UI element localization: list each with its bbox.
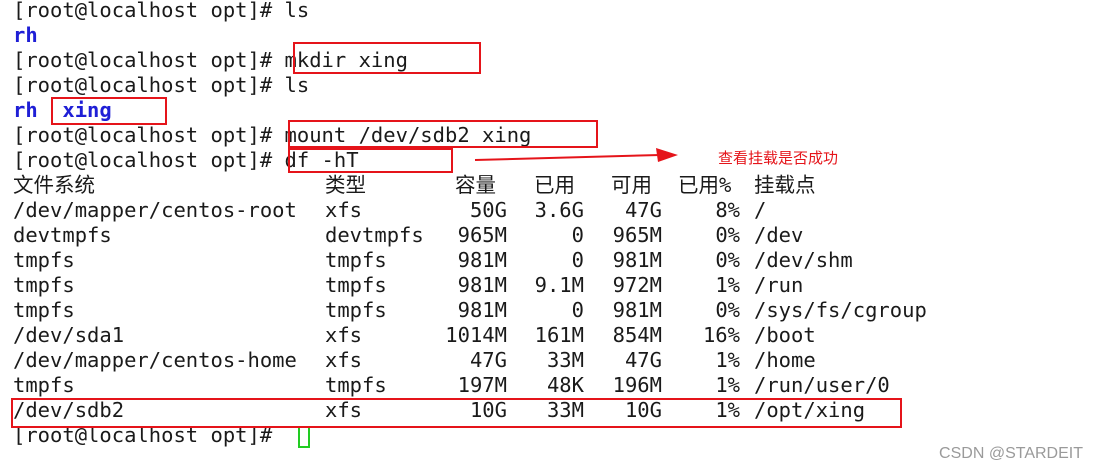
table-row: tmpfs tmpfs 197M 48K 196M 1% /run/user/0 (0, 373, 1099, 398)
shell-prompt: [root@localhost opt]# (13, 148, 285, 172)
mountpoint-cell: /dev (754, 223, 804, 247)
filesystem-cell: /dev/sda1 (13, 323, 125, 347)
used-cell: 161M (534, 323, 584, 347)
text-cursor[interactable] (298, 426, 310, 448)
avail-cell: 981M (612, 248, 662, 272)
filesystem-cell: /dev/mapper/centos-root (13, 198, 297, 222)
mountpoint-cell: / (754, 198, 767, 222)
size-cell: 981M (457, 248, 507, 272)
mountpoint-cell: /run (754, 273, 804, 297)
avail-cell: 47G (624, 348, 662, 372)
used-cell: 33M (546, 348, 584, 372)
shell-prompt: [root@localhost opt]# (13, 48, 285, 72)
column-header: 文件系统 (13, 173, 95, 197)
filesystem-cell: tmpfs (13, 248, 75, 272)
type-cell: xfs (325, 323, 363, 347)
use-percent-cell: 1% (715, 373, 740, 397)
use-percent-cell: 1% (715, 348, 740, 372)
use-percent-cell: 8% (715, 198, 740, 222)
terminal-line: [root@localhost opt]# ls (13, 73, 309, 98)
shell-prompt: [root@localhost opt]# (13, 73, 285, 97)
used-cell: 0 (571, 298, 584, 322)
column-header: 已用 (534, 173, 575, 197)
mountpoint-cell: /dev/shm (754, 248, 853, 272)
mountpoint-cell: /run/user/0 (754, 373, 890, 397)
terminal-line: rh (13, 23, 38, 48)
table-row: tmpfs tmpfs 981M 0 981M 0% /dev/shm (0, 248, 1099, 273)
directory-name: rh (13, 23, 38, 47)
type-cell: tmpfs (325, 248, 387, 272)
size-cell: 981M (457, 298, 507, 322)
shell-prompt: [root@localhost opt]# (13, 123, 285, 147)
highlight-box-sdb2-row (11, 398, 902, 428)
table-row: /dev/mapper/centos-home xfs 47G 33M 47G … (0, 348, 1099, 373)
filesystem-cell: tmpfs (13, 273, 75, 297)
filesystem-cell: /dev/mapper/centos-home (13, 348, 297, 372)
command-text: ls (284, 73, 310, 97)
avail-cell: 981M (612, 298, 662, 322)
type-cell: tmpfs (325, 373, 387, 397)
filesystem-cell: tmpfs (13, 298, 75, 322)
shell-prompt: [root@localhost opt]# (13, 0, 285, 22)
terminal-window[interactable]: [root@localhost opt]# ls rh [root@localh… (0, 0, 1099, 473)
directory-name: rh (13, 98, 38, 122)
table-row: tmpfs tmpfs 981M 9.1M 972M 1% /run (0, 273, 1099, 298)
mountpoint-cell: /boot (754, 323, 816, 347)
size-cell: 981M (457, 273, 507, 297)
use-percent-cell: 0% (715, 248, 740, 272)
highlight-box-df (288, 148, 453, 173)
column-header: 已用% (678, 173, 732, 197)
size-cell: 47G (469, 348, 507, 372)
table-row: tmpfs tmpfs 981M 0 981M 0% /sys/fs/cgrou… (0, 298, 1099, 323)
avail-cell: 196M (612, 373, 662, 397)
highlight-box-mkdir (293, 42, 481, 74)
type-cell: xfs (325, 348, 363, 372)
type-cell: tmpfs (325, 298, 387, 322)
use-percent-cell: 16% (702, 323, 740, 347)
terminal-line: [root@localhost opt]# ls (13, 0, 309, 23)
used-cell: 0 (571, 223, 584, 247)
filesystem-cell: tmpfs (13, 373, 75, 397)
size-cell: 1014M (445, 323, 507, 347)
use-percent-cell: 0% (715, 223, 740, 247)
used-cell: 3.6G (534, 198, 584, 222)
column-header: 挂载点 (754, 173, 816, 197)
used-cell: 48K (546, 373, 584, 397)
column-header: 容量 (455, 173, 496, 197)
size-cell: 965M (457, 223, 507, 247)
command-text: ls (284, 0, 310, 22)
use-percent-cell: 1% (715, 273, 740, 297)
filesystem-cell: devtmpfs (13, 223, 112, 247)
column-header: 类型 (325, 173, 366, 197)
avail-cell: 854M (612, 323, 662, 347)
watermark: CSDN @STARDEIT (939, 445, 1083, 462)
table-row: devtmpfs devtmpfs 965M 0 965M 0% /dev (0, 223, 1099, 248)
mountpoint-cell: /sys/fs/cgroup (754, 298, 927, 322)
annotation-label: 查看挂载是否成功 (718, 149, 839, 167)
size-cell: 50G (469, 198, 507, 222)
type-cell: devtmpfs (325, 223, 424, 247)
table-row: /dev/sda1 xfs 1014M 161M 854M 16% /boot (0, 323, 1099, 348)
highlight-box-mount (288, 120, 598, 148)
avail-cell: 965M (612, 223, 662, 247)
arrow-icon (474, 148, 678, 162)
highlight-box-xing (51, 97, 167, 125)
type-cell: tmpfs (325, 273, 387, 297)
type-cell: xfs (325, 198, 363, 222)
avail-cell: 47G (624, 198, 662, 222)
size-cell: 197M (457, 373, 507, 397)
table-row: /dev/mapper/centos-root xfs 50G 3.6G 47G… (0, 198, 1099, 223)
column-header: 可用 (611, 173, 652, 197)
mountpoint-cell: /home (754, 348, 816, 372)
use-percent-cell: 0% (715, 298, 740, 322)
avail-cell: 972M (612, 273, 662, 297)
used-cell: 0 (571, 248, 584, 272)
used-cell: 9.1M (534, 273, 584, 297)
